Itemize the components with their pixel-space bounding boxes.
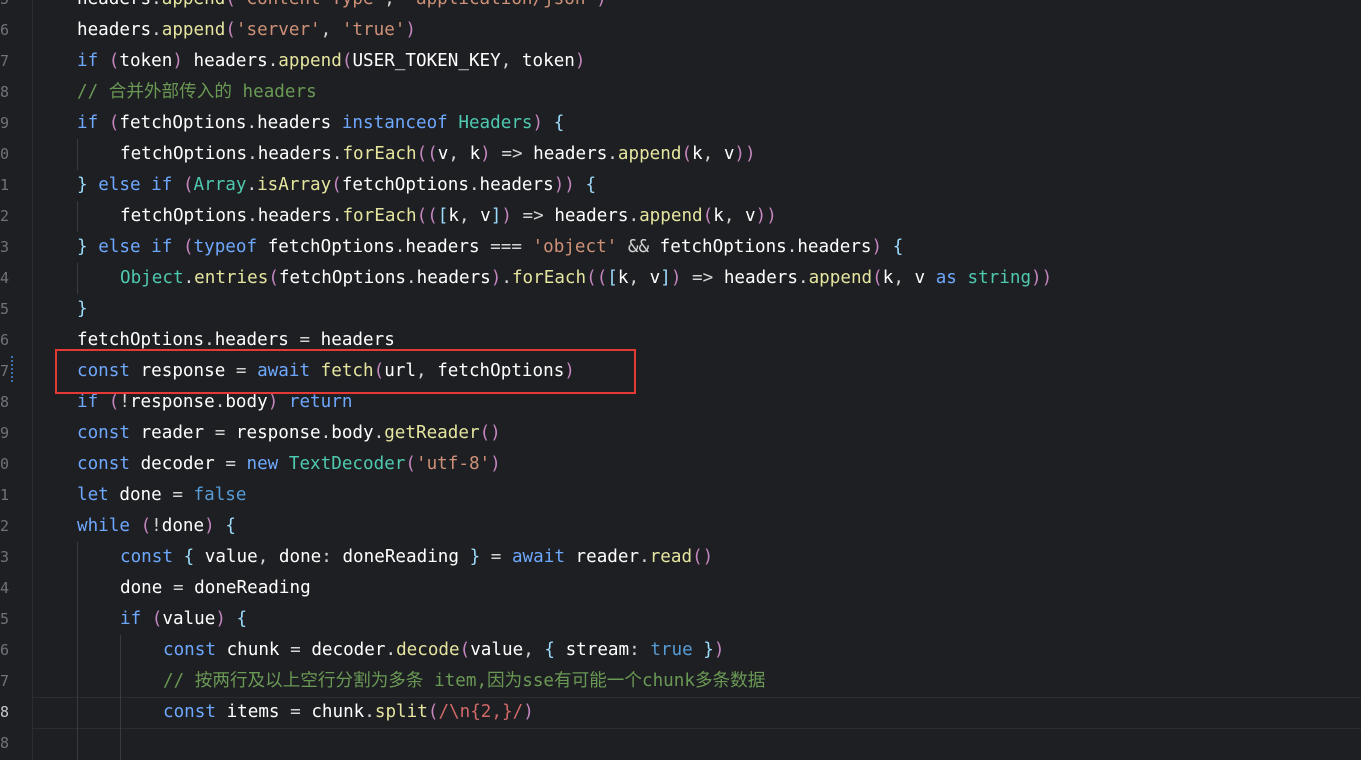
- code-line[interactable]: fetchOptions.headers.forEach(([k, v]) =>…: [120, 201, 777, 232]
- code-line[interactable]: const reader = response.body.getReader(): [77, 418, 501, 449]
- indent-guide: [77, 201, 78, 232]
- code-line[interactable]: const chunk = decoder.decode(value, { st…: [163, 635, 724, 666]
- code-line-current[interactable]: const items = chunk.split(/\n{2,}/): [163, 697, 534, 728]
- line-number: 6: [0, 331, 9, 349]
- code-line[interactable]: if (token) headers.append(USER_TOKEN_KEY…: [77, 46, 585, 77]
- line-number: 1: [0, 486, 9, 504]
- line-number: 9: [0, 114, 9, 132]
- line-number: 1: [0, 176, 9, 194]
- gutter-separator: [32, 0, 33, 760]
- line-number: 4: [0, 579, 9, 597]
- code-line[interactable]: while (!done) {: [77, 511, 236, 542]
- code-line[interactable]: } else if (typeof fetchOptions.headers =…: [77, 232, 903, 263]
- line-number: 4: [0, 269, 9, 287]
- line-number: 5: [0, 0, 9, 15]
- vcs-change-marker[interactable]: [11, 356, 16, 382]
- line-number: 0: [0, 455, 9, 473]
- code-line[interactable]: fetchOptions.headers.forEach((v, k) => h…: [120, 139, 756, 170]
- code-line[interactable]: if (fetchOptions.headers instanceof Head…: [77, 108, 564, 139]
- line-number: 2: [0, 517, 9, 535]
- line-number-current: 8: [0, 703, 9, 721]
- code-line[interactable]: headers.append('Content-Type', 'applicat…: [77, 0, 607, 15]
- red-highlight-box: [55, 349, 636, 394]
- line-number: 5: [0, 610, 9, 628]
- code-line[interactable]: const decoder = new TextDecoder('utf-8'): [77, 449, 501, 480]
- code-line[interactable]: if (value) {: [120, 604, 247, 635]
- line-number: 3: [0, 238, 9, 256]
- line-number: 9: [0, 424, 9, 442]
- indent-guide: [120, 635, 121, 760]
- line-number: 7: [0, 362, 9, 380]
- line-number: 8: [0, 83, 9, 101]
- line-number: 6: [0, 641, 9, 659]
- code-line[interactable]: // 合并外部传入的 headers: [77, 77, 317, 108]
- line-number: 7: [0, 52, 9, 70]
- line-number: 3: [0, 548, 9, 566]
- line-number: 6: [0, 21, 9, 39]
- code-line[interactable]: let done = false: [77, 480, 247, 511]
- line-number: 8: [0, 393, 9, 411]
- code-line[interactable]: done = doneReading: [120, 573, 311, 604]
- code-line[interactable]: } else if (Array.isArray(fetchOptions.he…: [77, 170, 596, 201]
- line-number-gutter: 5 6 7 8 9 0 1 2 3 4 5 6 7 8 9 0 1 2 3 4 …: [0, 0, 32, 760]
- line-number: 2: [0, 207, 9, 225]
- indent-guide: [77, 139, 78, 170]
- code-line[interactable]: headers.append('server', 'true'): [77, 15, 416, 46]
- code-line[interactable]: Object.entries(fetchOptions.headers).for…: [120, 263, 1052, 294]
- line-number: 0: [0, 145, 9, 163]
- code-line[interactable]: }: [77, 294, 88, 325]
- code-line[interactable]: const { value, done: doneReading } = awa…: [120, 542, 713, 573]
- indent-guide: [77, 542, 78, 760]
- code-editor[interactable]: 5 6 7 8 9 0 1 2 3 4 5 6 7 8 9 0 1 2 3 4 …: [0, 0, 1361, 760]
- indent-guide: [77, 263, 78, 294]
- line-number: 7: [0, 672, 9, 690]
- line-number: 8: [0, 734, 9, 752]
- code-line[interactable]: // 按两行及以上空行分割为多条 item,因为sse有可能一个chunk多条数…: [163, 666, 765, 697]
- line-number: 5: [0, 300, 9, 318]
